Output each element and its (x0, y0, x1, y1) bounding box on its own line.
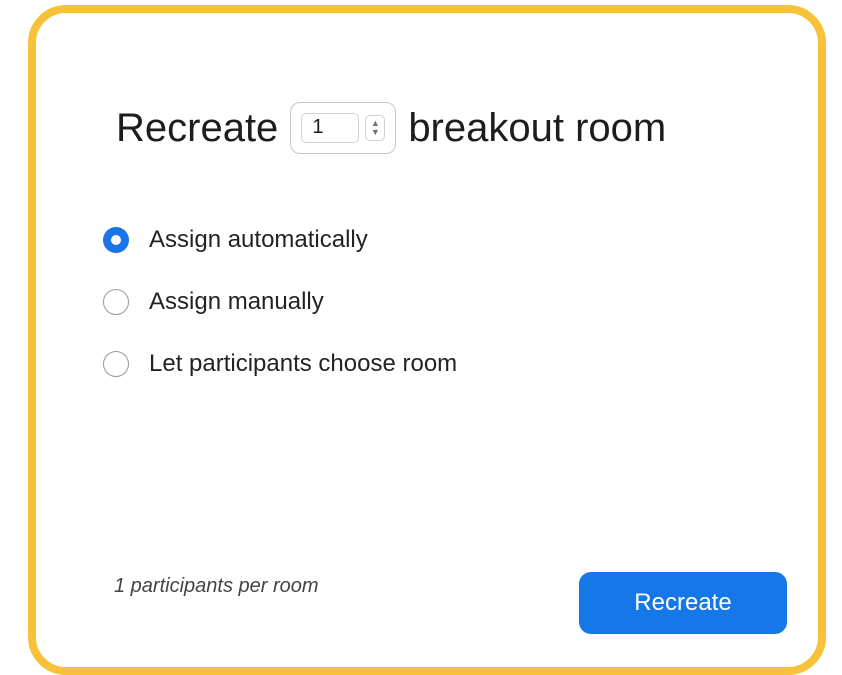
header-suffix: breakout room (408, 105, 667, 150)
chevron-down-icon[interactable]: ▼ (371, 128, 380, 137)
participants-per-room-note: 1 participants per room (114, 575, 319, 597)
option-assign-manually[interactable]: Assign manually (103, 276, 457, 328)
option-label: Assign automatically (149, 226, 368, 253)
room-count-input[interactable]: 1 (301, 113, 360, 143)
option-assign-automatically[interactable]: Assign automatically (103, 214, 457, 266)
breakout-room-dialog: Recreate 1 ▲ ▼ breakout room Assign auto… (28, 5, 826, 675)
recreate-button[interactable]: Recreate (579, 572, 787, 634)
assignment-options: Assign automatically Assign manually Let… (103, 214, 457, 400)
option-let-participants-choose[interactable]: Let participants choose room (103, 338, 457, 390)
dialog-header: Recreate 1 ▲ ▼ breakout room (116, 102, 667, 154)
radio-button[interactable] (103, 351, 129, 377)
room-count-stepper[interactable]: 1 ▲ ▼ (290, 102, 397, 154)
option-label: Let participants choose room (149, 350, 458, 377)
header-prefix: Recreate (116, 105, 279, 150)
option-label: Assign manually (149, 288, 324, 315)
radio-button[interactable] (103, 289, 129, 315)
radio-button-checked[interactable] (103, 227, 129, 253)
up-down-chevron-icon[interactable]: ▲ ▼ (365, 115, 386, 141)
